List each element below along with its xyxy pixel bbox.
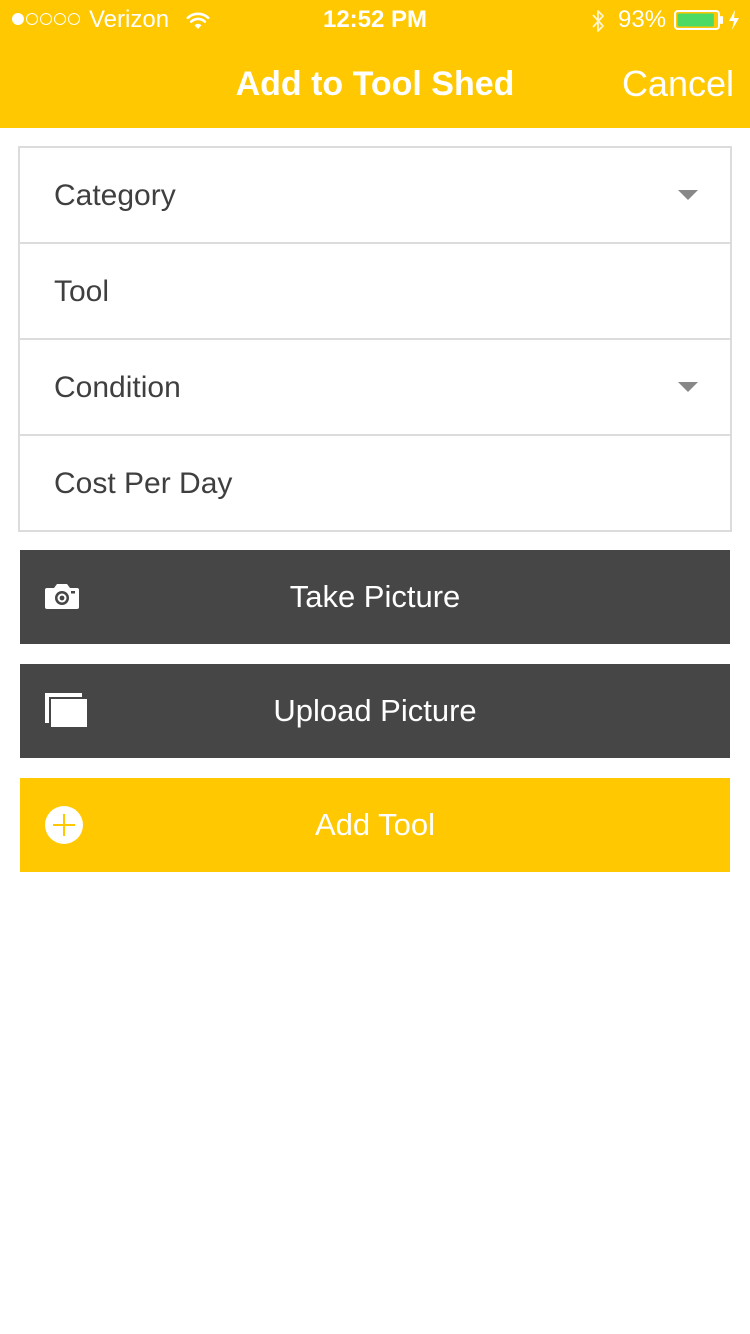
tool-placeholder: Tool [54, 275, 110, 308]
take-picture-label: Take Picture [289, 579, 461, 614]
condition-dropdown[interactable]: Condition [20, 340, 730, 436]
category-dropdown[interactable]: Category [20, 148, 730, 244]
charging-bolt-icon [729, 10, 739, 30]
add-tool-label: Add Tool [314, 807, 436, 842]
cost-per-day-input[interactable]: Cost Per Day [20, 436, 730, 532]
caret-down-icon [678, 190, 698, 200]
take-picture-button[interactable]: Take Picture [20, 550, 730, 644]
category-label: Category [54, 179, 176, 212]
tool-input[interactable]: Tool [20, 244, 730, 340]
battery-percent: 93% [618, 6, 667, 33]
cancel-button[interactable]: Cancel [622, 62, 734, 106]
add-tool-button[interactable]: Add Tool [20, 778, 730, 872]
cost-per-day-placeholder: Cost Per Day [54, 467, 233, 500]
battery-icon [674, 10, 723, 30]
app-header: Verizon 12:52 PM 93% Add to Tool Shed Ca… [0, 0, 750, 128]
bluetooth-icon [592, 10, 604, 32]
condition-label: Condition [54, 371, 181, 404]
tool-form: Category Tool Condition Cost Per Day [18, 146, 732, 532]
upload-picture-label: Upload Picture [273, 693, 477, 728]
status-bar: Verizon 12:52 PM 93% [0, 0, 750, 40]
caret-down-icon [678, 382, 698, 392]
upload-picture-button[interactable]: Upload Picture [20, 664, 730, 758]
